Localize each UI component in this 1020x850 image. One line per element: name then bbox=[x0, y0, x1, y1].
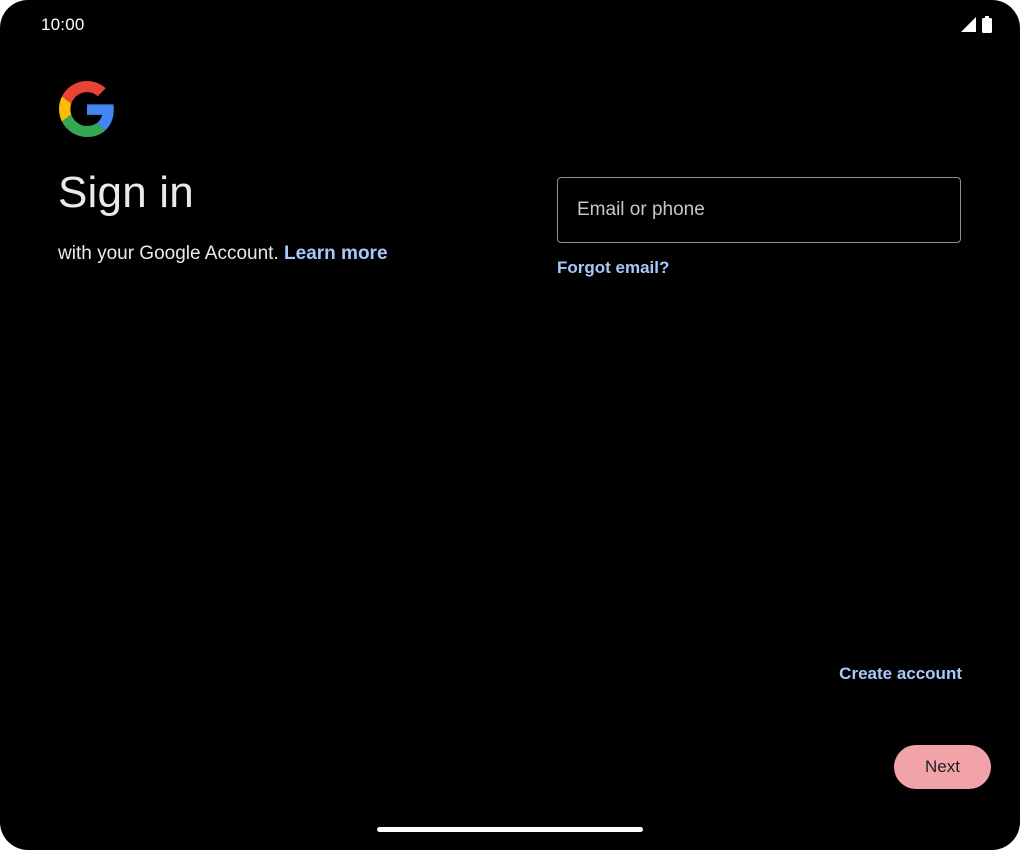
sign-in-screen: 10:00 Sign in with your Google Account. … bbox=[0, 0, 1020, 850]
page-title: Sign in bbox=[58, 168, 194, 217]
signin-subtitle: with your Google Account. Learn more bbox=[58, 243, 388, 265]
learn-more-link[interactable]: Learn more bbox=[284, 243, 387, 264]
next-button[interactable]: Next bbox=[894, 745, 991, 789]
email-field[interactable] bbox=[557, 177, 961, 243]
status-time: 10:00 bbox=[41, 15, 85, 34]
subtitle-text: with your Google Account. bbox=[58, 243, 279, 264]
signal-icon bbox=[961, 17, 976, 37]
status-icons bbox=[961, 16, 992, 38]
navigation-handle[interactable] bbox=[377, 827, 643, 832]
forgot-email-link[interactable]: Forgot email? bbox=[557, 258, 669, 278]
create-account-button[interactable]: Create account bbox=[839, 664, 962, 684]
battery-icon bbox=[982, 16, 992, 38]
google-logo bbox=[59, 81, 115, 137]
